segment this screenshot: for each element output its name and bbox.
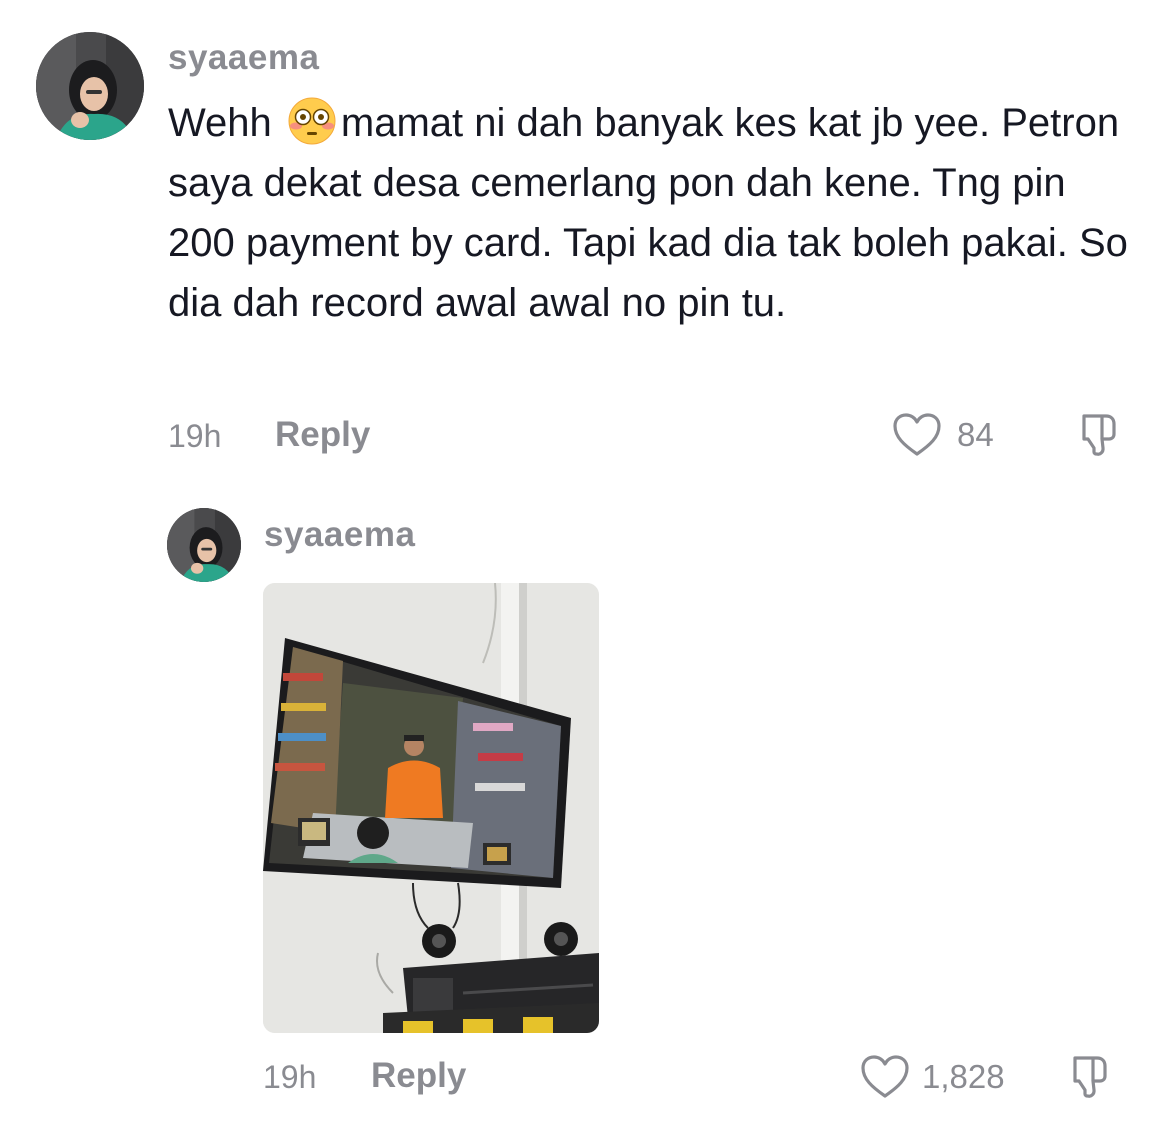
comment-username[interactable]: syaaema (264, 515, 415, 555)
comment-text-start: Wehh (168, 101, 283, 145)
like-count: 84 (957, 416, 994, 453)
thumbs-down-icon[interactable] (1072, 410, 1122, 460)
comment-timestamp: 19h (263, 1059, 317, 1095)
heart-outline-icon[interactable] (892, 412, 942, 458)
comment-photo[interactable] (263, 583, 599, 1033)
comment-timestamp: 19h (168, 418, 222, 454)
heart-outline-icon[interactable] (860, 1054, 910, 1100)
reply-button[interactable]: Reply (371, 1056, 466, 1096)
comment-username[interactable]: syaaema (168, 38, 319, 78)
thumbs-down-icon[interactable] (1063, 1052, 1113, 1102)
avatar[interactable] (36, 32, 144, 140)
comment-text: Wehh mamat ni dah banyak kes kat jb yee.… (168, 93, 1143, 333)
avatar[interactable] (167, 508, 241, 582)
reply-button[interactable]: Reply (275, 415, 370, 455)
flushed-face-emoji-icon (287, 96, 337, 146)
like-count: 1,828 (922, 1058, 1005, 1095)
